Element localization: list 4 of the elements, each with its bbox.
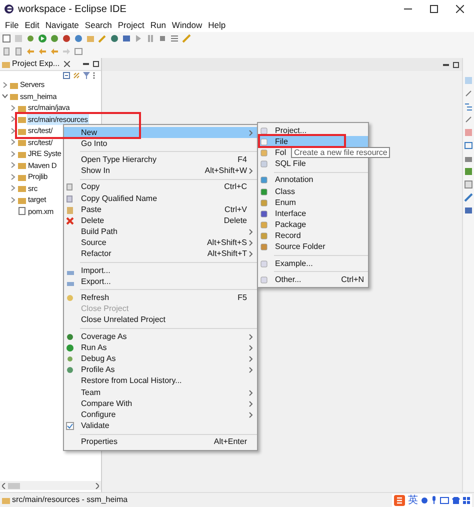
status-text: src/main/resources - ssm_heima xyxy=(12,494,128,506)
window-title: workspace - Eclipse IDE xyxy=(18,2,126,16)
tooltip: Create a new file resource xyxy=(291,147,390,158)
menu-item: Close Project xyxy=(80,304,130,315)
